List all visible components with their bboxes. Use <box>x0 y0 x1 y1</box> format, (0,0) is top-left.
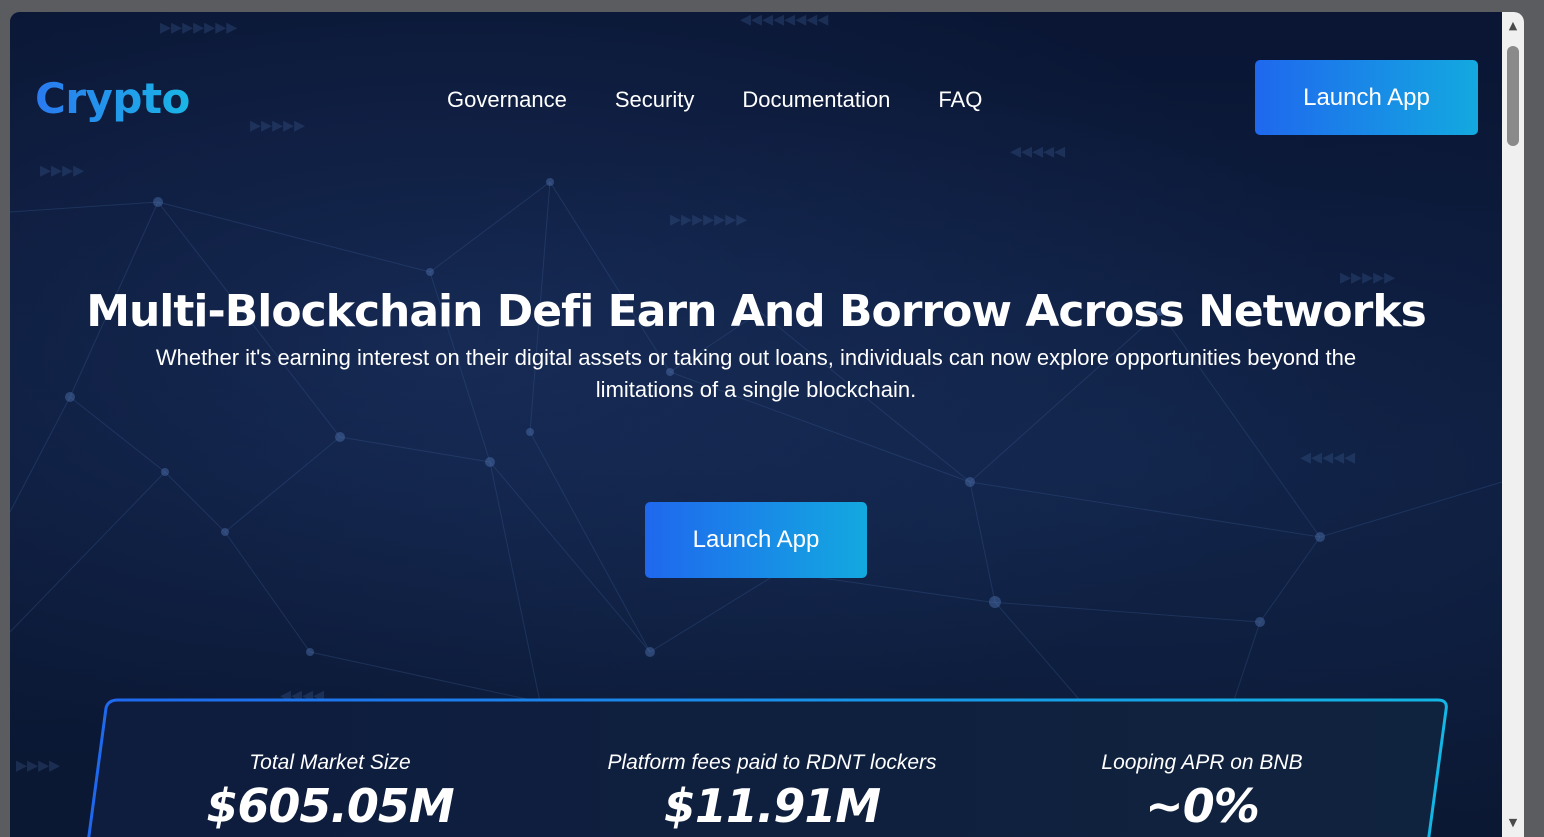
svg-text:◂◂◂◂◂: ◂◂◂◂◂ <box>1010 139 1065 164</box>
landing-page: ▸▸▸▸▸▸▸ ◂◂◂◂◂◂◂◂ ▸▸▸▸▸ ◂◂◂◂◂ ▸▸▸▸▸▸▸ ▸▸▸… <box>10 12 1502 837</box>
main-nav: Governance Security Documentation FAQ <box>447 86 982 114</box>
launch-app-button-header[interactable]: Launch App <box>1255 60 1478 135</box>
stat-label: Looping APR on BNB <box>1101 751 1303 774</box>
vertical-scrollbar[interactable]: ▲ ▼ <box>1502 12 1524 837</box>
nav-faq[interactable]: FAQ <box>938 86 982 114</box>
nav-security[interactable]: Security <box>615 86 694 114</box>
scroll-up-icon[interactable]: ▲ <box>1502 16 1524 36</box>
nav-documentation[interactable]: Documentation <box>742 86 890 114</box>
svg-text:◂◂◂◂◂: ◂◂◂◂◂ <box>1300 445 1355 470</box>
browser-window: ▸▸▸▸▸▸▸ ◂◂◂◂◂◂◂◂ ▸▸▸▸▸ ◂◂◂◂◂ ▸▸▸▸▸▸▸ ▸▸▸… <box>10 12 1524 837</box>
launch-app-button-hero[interactable]: Launch App <box>645 502 867 578</box>
svg-text:▸▸▸▸▸: ▸▸▸▸▸ <box>250 113 305 138</box>
svg-text:▸▸▸▸▸▸▸: ▸▸▸▸▸▸▸ <box>160 15 237 40</box>
svg-text:▸▸▸▸▸▸▸: ▸▸▸▸▸▸▸ <box>670 207 747 232</box>
svg-text:▸▸▸▸: ▸▸▸▸ <box>16 753 60 778</box>
stat-value: $605.05M <box>206 779 454 833</box>
hero-subtitle: Whether it's earning interest on their d… <box>155 345 1357 402</box>
logo[interactable]: Crypto <box>35 74 190 124</box>
stat-value: ~0% <box>1145 779 1260 833</box>
svg-text:▸▸▸▸: ▸▸▸▸ <box>40 158 84 183</box>
scroll-thumb[interactable] <box>1507 46 1519 146</box>
stat-value: $11.91M <box>663 779 881 833</box>
stat-label: Platform fees paid to RDNT lockers <box>607 751 937 774</box>
stat-label: Total Market Size <box>249 751 411 774</box>
scroll-down-icon[interactable]: ▼ <box>1502 813 1524 833</box>
stat-looping-apr: Looping APR on BNB ~0% <box>1002 750 1402 834</box>
nav-governance[interactable]: Governance <box>447 86 567 114</box>
hero-title: Multi-Blockchain Defi Earn And Borrow Ac… <box>86 286 1427 337</box>
svg-text:◂◂◂◂◂◂◂◂: ◂◂◂◂◂◂◂◂ <box>740 12 828 32</box>
stat-total-market-size: Total Market Size $605.05M <box>130 750 530 834</box>
stat-platform-fees: Platform fees paid to RDNT lockers $11.9… <box>562 750 982 834</box>
stats-panel: Total Market Size $605.05M Platform fees… <box>72 698 1448 837</box>
